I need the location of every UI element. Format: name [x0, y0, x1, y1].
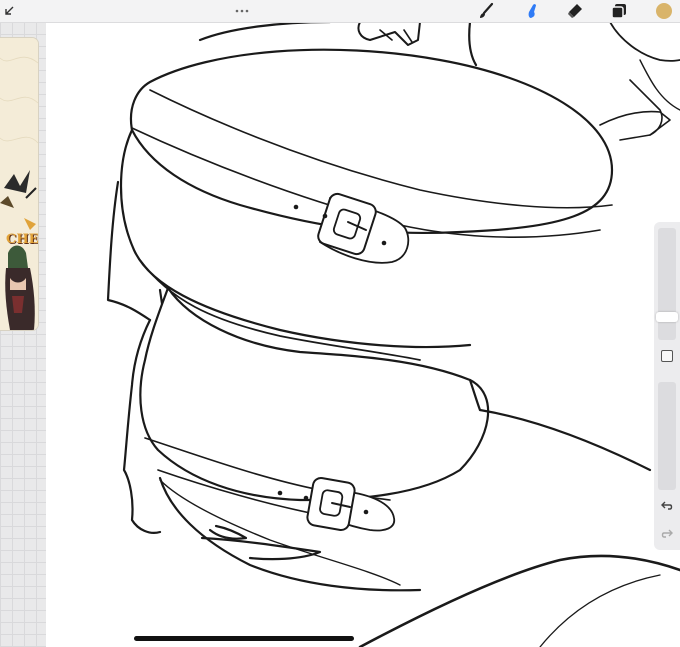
reference-title-text: CHE: [6, 232, 38, 247]
brush-size-thumb[interactable]: [656, 312, 678, 322]
brush-icon[interactable]: [474, 0, 498, 22]
home-indicator[interactable]: [134, 636, 354, 641]
undo-icon[interactable]: [658, 500, 676, 516]
redo-icon[interactable]: [658, 528, 676, 544]
layers-icon[interactable]: [607, 0, 631, 22]
color-picker-button[interactable]: [652, 0, 676, 22]
top-toolbar: [0, 0, 680, 23]
reference-image-panel[interactable]: CHE: [0, 38, 38, 330]
drawing-canvas[interactable]: [46, 22, 680, 647]
modify-button[interactable]: [661, 350, 673, 362]
eraser-icon[interactable]: [563, 0, 587, 22]
current-color-swatch: [656, 3, 672, 19]
opacity-slider[interactable]: [658, 382, 676, 490]
back-arrow-icon[interactable]: [0, 0, 18, 22]
brush-size-slider[interactable]: [656, 228, 678, 340]
smudge-icon[interactable]: [520, 0, 544, 22]
lineart-drawing: [106, 22, 680, 647]
side-toolbar: [654, 222, 680, 550]
toolbar-handle-dots[interactable]: [230, 0, 254, 22]
